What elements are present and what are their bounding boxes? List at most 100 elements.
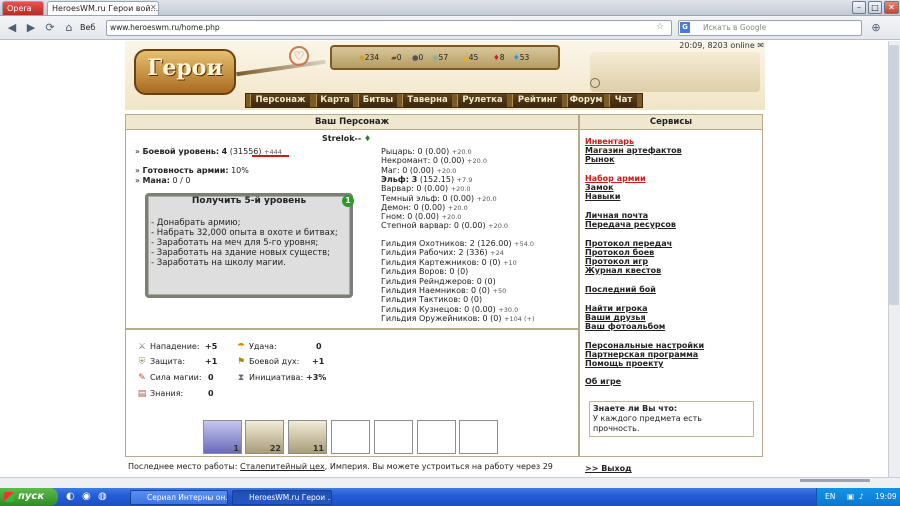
combat-level-value: 4 — [221, 147, 228, 156]
army-slot[interactable]: 1 — [203, 420, 242, 454]
service-link[interactable]: Передача ресурсов — [585, 220, 676, 230]
service-link[interactable]: Помощь проекту — [585, 359, 663, 369]
menu-battles[interactable]: Битвы — [358, 94, 397, 107]
morale-label: Боевой дух: — [249, 357, 300, 366]
service-link[interactable]: Навыки — [585, 192, 620, 202]
tab-close-icon[interactable]: ✕ — [150, 3, 157, 12]
menu-chat[interactable]: Чат — [609, 94, 637, 107]
quest-line: - Набрать 32,000 опыта в охоте и битвах; — [151, 228, 338, 238]
character-name[interactable]: Strelok-- ♦ — [322, 134, 371, 144]
mail-icon[interactable]: ✉ — [757, 41, 764, 50]
service-link[interactable]: Последний бой — [585, 285, 656, 295]
web-badge[interactable]: Веб — [80, 23, 95, 32]
faction-value: 0 (0.00) — [432, 156, 465, 166]
guild-name: Гильдия Тактиков: — [381, 295, 461, 305]
faction-name: Варвар: — [381, 184, 414, 194]
volume-icon[interactable]: ♪ — [859, 488, 864, 506]
tip-title: Знаете ли Вы что: — [593, 404, 678, 413]
search-input[interactable]: Искать в Google — [678, 20, 862, 36]
scrollbar-thumb[interactable] — [889, 45, 899, 305]
minimize-icon[interactable]: – — [852, 1, 866, 14]
service-link[interactable]: Журнал квестов — [585, 266, 661, 276]
forward-icon[interactable]: ▶ — [23, 20, 39, 36]
initiative-label: Инициатива: — [249, 373, 304, 382]
guild-extra: +10 — [503, 258, 517, 267]
menu-roulette[interactable]: Рулетка — [457, 94, 507, 107]
army-slot-empty[interactable] — [374, 420, 413, 454]
guild-value: 0 (0) — [470, 286, 490, 295]
address-bar[interactable]: www.heroeswm.ru/home.php — [106, 20, 672, 36]
opera-menu-button[interactable]: Opera — [2, 1, 44, 15]
knowledge-icon: ▤ — [137, 389, 147, 399]
resource-mercury: ◉57 — [432, 51, 448, 65]
zoom-slider[interactable] — [800, 479, 870, 482]
heart-icon[interactable]: ♡ — [289, 46, 309, 66]
menu-character[interactable]: Персонаж — [250, 94, 310, 107]
readiness-row: » Готовность армии: 10% — [135, 166, 249, 175]
network-icon[interactable]: ▣ — [847, 488, 854, 506]
menu-forum[interactable]: Форум — [567, 94, 604, 107]
zoom-icon[interactable]: ⊕ — [868, 20, 884, 36]
army-slot-empty[interactable] — [459, 420, 498, 454]
maximize-icon[interactable]: □ — [868, 1, 882, 14]
quest-badge: 1 — [342, 195, 354, 207]
army-slot-empty[interactable] — [331, 420, 370, 454]
shield-icon: ⛨ — [138, 357, 146, 367]
reload-icon[interactable]: ⟳ — [42, 20, 58, 36]
quicklaunch-icon[interactable]: ◍ — [98, 491, 107, 502]
guild-value: 0 (0) — [449, 267, 469, 277]
faction-extra: +20.0 — [467, 157, 487, 166]
back-icon[interactable]: ◀ — [4, 20, 20, 36]
menu-map[interactable]: Карта — [316, 94, 353, 107]
service-link[interactable]: Рынок — [585, 155, 615, 165]
guild-extra: +104 (+) — [504, 315, 535, 324]
close-window-icon[interactable]: ✕ — [884, 1, 899, 14]
language-indicator[interactable]: EN — [825, 488, 835, 506]
resource-crystal: ♦8 — [493, 51, 505, 65]
quest-line: - Заработать на меч для 5-го уровня; — [151, 238, 319, 248]
tab-heroeswm[interactable]: HeroesWM.ru Герои вой... — [47, 1, 159, 15]
spellpower-label: Сила магии: — [150, 373, 202, 382]
faction-value: 0 (0.00) — [442, 193, 475, 203]
taskbar-item[interactable]: Сериал Интерны он... — [130, 490, 228, 505]
quest-line: - Донабрать армию; — [151, 218, 241, 228]
crystal-icon: ♦ — [493, 53, 500, 62]
army-slot[interactable]: 22 — [245, 420, 284, 454]
resource-gems: ♦53 — [513, 51, 529, 65]
exit-link[interactable]: >> Выход — [585, 464, 632, 474]
address-bar-url: www.heroeswm.ru/home.php — [110, 23, 220, 32]
home-icon[interactable]: ⌂ — [61, 20, 77, 36]
army-slot-empty[interactable] — [417, 420, 456, 454]
guild-row: Гильдия Оружейников: 0 (0) +104 (+) — [381, 314, 535, 324]
faction-name: Гном: — [381, 212, 405, 222]
guild-name: Гильдия Охотников: — [381, 239, 468, 248]
army-slot[interactable]: 11 — [288, 420, 327, 454]
guild-extra: +54.0 — [514, 240, 535, 248]
quicklaunch-icon[interactable]: ◐ — [66, 491, 75, 502]
work-place-link[interactable]: Сталепитейный цех — [240, 462, 325, 471]
star-icon[interactable]: ☆ — [656, 22, 664, 32]
faction-value: (152.15) — [419, 174, 455, 184]
web-badge-label: Веб — [80, 23, 96, 32]
leaf-icon: ♦ — [363, 134, 372, 143]
gems-value: 53 — [519, 53, 530, 62]
taskbar-item-active[interactable]: HeroesWM.ru Герои ... — [232, 490, 332, 505]
guild-name: Гильдия Рейнджеров: — [381, 276, 475, 286]
heroes-logo[interactable]: Герои — [134, 49, 236, 95]
guild-name: Гильдия Оружейников: — [381, 314, 480, 324]
quicklaunch-icon[interactable]: ◉ — [82, 491, 91, 502]
resource-gold: ◆234 — [359, 51, 379, 65]
character-panel-title: Ваш Персонаж — [126, 115, 578, 130]
service-link[interactable]: Об игре — [585, 377, 621, 387]
quest-line: - Заработать на школу магии. — [151, 258, 286, 268]
knowledge-value: 0 — [208, 389, 214, 398]
service-link[interactable]: Ваш фотоальбом — [585, 322, 665, 332]
faction-name: Степной варвар: — [381, 221, 452, 231]
google-icon[interactable]: G — [680, 22, 690, 33]
quest-line: - Заработать на здание новых существ; — [151, 248, 331, 258]
sulfur-value: 45 — [468, 53, 479, 62]
menu-rating[interactable]: Рейтинг — [512, 94, 562, 107]
army-count: 22 — [269, 444, 281, 453]
guild-name: Гильдия Наемников: — [381, 286, 469, 295]
menu-tavern[interactable]: Таверна — [402, 94, 452, 107]
